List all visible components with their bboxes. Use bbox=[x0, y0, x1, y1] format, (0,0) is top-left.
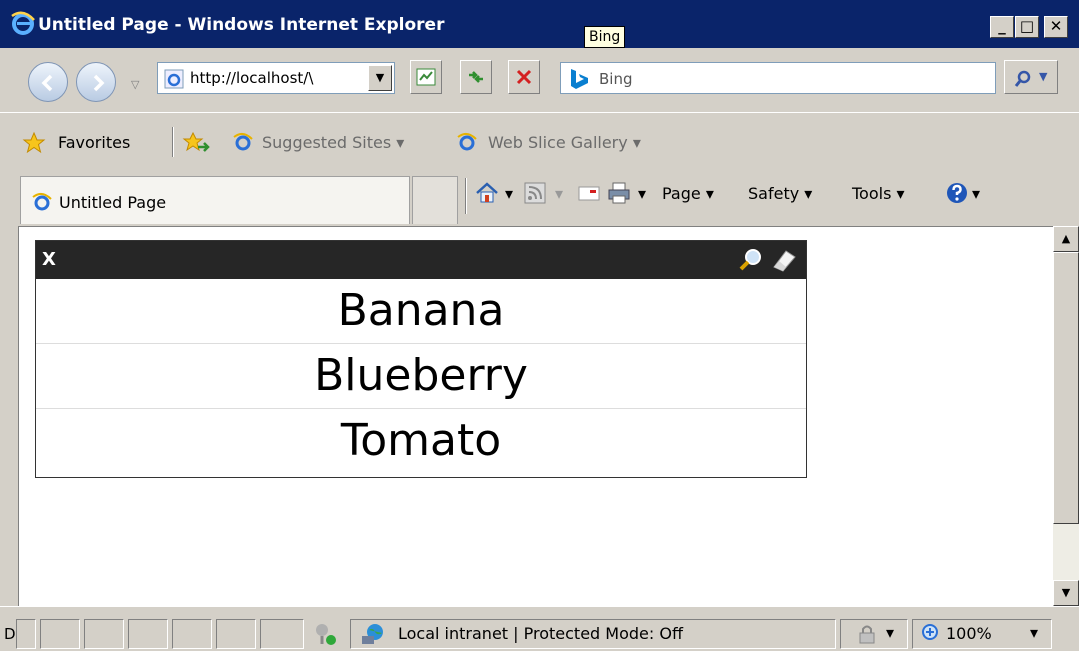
status-cell bbox=[260, 619, 304, 649]
status-bar: D Local intranet | Protected Mode: Off ▾… bbox=[0, 606, 1079, 651]
suggested-sites-ie-icon bbox=[233, 133, 253, 151]
list-item[interactable]: Tomato bbox=[36, 409, 806, 474]
search-button[interactable]: ▼ bbox=[1004, 60, 1058, 94]
zoom-icon[interactable] bbox=[918, 621, 944, 647]
fruit-list-panel: X Banana Blueberry Tomato bbox=[35, 240, 807, 478]
page-menu[interactable]: Page ▾ bbox=[662, 184, 714, 203]
favorites-button[interactable]: Favorites bbox=[58, 133, 130, 152]
status-cell bbox=[84, 619, 124, 649]
bing-logo-icon bbox=[571, 69, 588, 89]
help-icon[interactable] bbox=[944, 180, 970, 206]
protected-mode-lock-icon[interactable] bbox=[854, 621, 880, 647]
zoom-dropdown-icon[interactable]: ▾ bbox=[1030, 623, 1038, 642]
window-title: Untitled Page - Windows Internet Explore… bbox=[38, 15, 445, 35]
panel-close-button[interactable]: X bbox=[42, 249, 56, 270]
stop-icon bbox=[516, 69, 532, 85]
help-dropdown-icon[interactable]: ▾ bbox=[972, 184, 980, 203]
compatibility-icon bbox=[416, 68, 436, 86]
page-ie-icon bbox=[164, 69, 184, 89]
feeds-dropdown-icon[interactable]: ▾ bbox=[555, 184, 563, 203]
scroll-down-button[interactable]: ▼ bbox=[1053, 580, 1079, 606]
refresh-icon bbox=[469, 71, 483, 83]
add-to-favorites-icon[interactable] bbox=[182, 131, 210, 155]
maximize-button[interactable]: □ bbox=[1015, 16, 1039, 38]
security-zone-text[interactable]: Local intranet | Protected Mode: Off bbox=[398, 624, 683, 643]
tab-label: Untitled Page bbox=[59, 193, 167, 212]
home-dropdown-icon[interactable]: ▾ bbox=[505, 184, 513, 203]
status-cell bbox=[16, 619, 36, 649]
vertical-scrollbar[interactable]: ▲ ▼ bbox=[1053, 226, 1079, 606]
status-cell bbox=[40, 619, 80, 649]
status-text: D bbox=[4, 625, 16, 643]
refresh-button[interactable] bbox=[460, 60, 492, 94]
protected-mode-icon bbox=[316, 624, 336, 645]
status-cell bbox=[216, 619, 256, 649]
search-options-icon[interactable]: ▼ bbox=[1039, 70, 1047, 83]
favorites-star-icon[interactable] bbox=[22, 131, 46, 155]
back-arrow-icon bbox=[41, 74, 53, 92]
forward-arrow-icon bbox=[93, 74, 105, 92]
eraser-icon[interactable] bbox=[768, 247, 798, 273]
address-bar[interactable]: http://localhost/\ ▼ bbox=[157, 62, 395, 94]
status-cell bbox=[172, 619, 212, 649]
tab-untitled-page[interactable]: Untitled Page bbox=[20, 176, 410, 224]
stop-button[interactable] bbox=[508, 60, 540, 94]
history-dropdown-icon[interactable]: ▽ bbox=[131, 78, 139, 91]
scroll-up-button[interactable]: ▲ bbox=[1053, 226, 1079, 252]
list-item[interactable]: Banana bbox=[36, 279, 806, 344]
forward-button[interactable] bbox=[76, 62, 116, 102]
home-icon[interactable] bbox=[474, 180, 500, 206]
web-slice-ie-icon bbox=[457, 133, 477, 151]
print-icon[interactable] bbox=[606, 180, 632, 206]
favorites-bar: Favorites Suggested Sites ▾ Web Slice Ga… bbox=[0, 112, 1079, 168]
list-item[interactable]: Blueberry bbox=[36, 344, 806, 409]
ie-logo-icon bbox=[11, 11, 35, 35]
favorites-separator bbox=[172, 127, 174, 157]
compatibility-view-button[interactable] bbox=[410, 60, 442, 94]
address-row: ▽ http://localhost/\ ▼ Bing ▼ bbox=[0, 48, 1079, 112]
bing-tooltip: Bing bbox=[584, 26, 626, 48]
tools-menu[interactable]: Tools ▾ bbox=[852, 184, 905, 203]
search-input[interactable]: Bing bbox=[560, 62, 996, 94]
status-cell bbox=[128, 619, 168, 649]
zoom-level[interactable]: 100% bbox=[946, 624, 992, 643]
feeds-icon[interactable] bbox=[522, 180, 548, 206]
local-intranet-globe-icon bbox=[362, 624, 383, 644]
close-window-button[interactable]: ✕ bbox=[1044, 16, 1068, 38]
title-bar: Untitled Page - Windows Internet Explore… bbox=[0, 0, 1079, 48]
magnifier-icon[interactable] bbox=[738, 247, 764, 273]
search-placeholder: Bing bbox=[599, 70, 633, 88]
tab-ie-icon bbox=[32, 193, 52, 211]
lock-dropdown-icon[interactable]: ▾ bbox=[886, 623, 894, 642]
search-icon bbox=[1014, 70, 1031, 87]
url-text[interactable]: http://localhost/\ bbox=[190, 69, 370, 87]
new-tab-button[interactable] bbox=[412, 176, 458, 224]
minimize-button[interactable]: _ bbox=[990, 16, 1014, 38]
command-bar: Untitled Page ▾ ▾ ▾ Page ▾ Safety ▾ Tool… bbox=[0, 168, 1079, 226]
print-dropdown-icon[interactable]: ▾ bbox=[638, 184, 646, 203]
web-slice-gallery-link[interactable]: Web Slice Gallery ▾ bbox=[488, 133, 641, 152]
read-mail-icon[interactable] bbox=[576, 180, 602, 206]
fruit-list: Banana Blueberry Tomato bbox=[36, 279, 806, 474]
panel-header: X bbox=[36, 241, 806, 279]
suggested-sites-link[interactable]: Suggested Sites ▾ bbox=[262, 133, 404, 152]
page-content: X Banana Blueberry Tomato bbox=[18, 226, 1053, 606]
safety-menu[interactable]: Safety ▾ bbox=[748, 184, 812, 203]
scroll-thumb[interactable] bbox=[1053, 252, 1079, 524]
command-separator bbox=[465, 178, 467, 214]
back-button[interactable] bbox=[28, 62, 68, 102]
address-dropdown-button[interactable]: ▼ bbox=[368, 65, 392, 91]
